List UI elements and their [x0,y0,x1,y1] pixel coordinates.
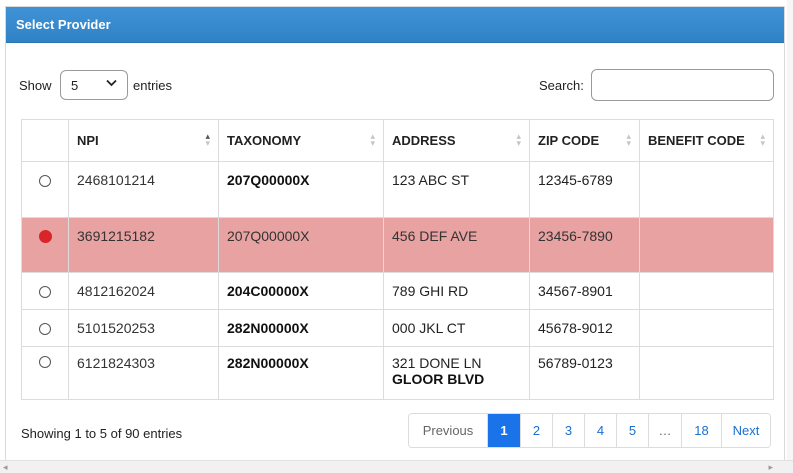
column-header-address[interactable]: ADDRESS ▴ ▾ [383,119,530,162]
benefit-cell [639,217,774,273]
row-select-cell[interactable] [21,309,69,347]
column-header-select [21,119,69,162]
zip-cell: 23456-7890 [529,217,640,273]
scroll-right-icon[interactable]: ▸ [768,462,773,473]
select-provider-panel: Select Provider Show 5 entries Search: N… [5,6,785,473]
column-header-zip-code[interactable]: ZIP CODE ▴ ▾ [529,119,640,162]
pagination-ellipsis: … [649,414,682,447]
sort-icon: ▴ ▾ [370,131,375,148]
table-row[interactable]: 2468101214 207Q00000X 123 ABC ST 12345-6… [21,161,774,218]
taxonomy-cell: 207Q00000X [218,217,384,273]
page-size-select[interactable]: 5 [60,70,128,100]
npi-cell: 5101520253 [68,309,219,347]
row-radio[interactable] [39,323,51,335]
sort-icon: ▴ ▾ [760,131,765,148]
zip-cell: 12345-6789 [529,161,640,218]
row-select-cell[interactable] [21,272,69,310]
panel-title: Select Provider [16,17,111,32]
npi-cell: 3691215182 [68,217,219,273]
table-header-row: NPI ▴ ▾ TAXONOMY ▴ ▾ ADDRESS ▴ ▾ ZIP CODE ▴… [21,119,774,162]
taxonomy-cell: 282N00000X [218,346,384,400]
row-radio[interactable] [39,356,51,368]
sort-icon: ▴ ▾ [626,131,631,148]
pagination-page-1[interactable]: 1 [488,414,521,447]
row-radio[interactable] [39,175,51,187]
scroll-left-icon[interactable]: ◂ [3,462,8,473]
table-row[interactable]: 6121824303 282N00000X 321 DONE LN GLOOR … [21,346,774,400]
address-line-1: 321 DONE LN [392,355,482,371]
zip-cell: 56789-0123 [529,346,640,400]
benefit-cell [639,346,774,400]
row-select-cell[interactable] [21,161,69,218]
taxonomy-cell: 207Q00000X [218,161,384,218]
page-size-value: 5 [71,77,79,93]
vertical-scrollbar[interactable] [787,0,793,460]
address-cell: 123 ABC ST [383,161,530,218]
row-select-cell[interactable] [21,346,69,400]
npi-cell: 4812162024 [68,272,219,310]
row-radio-selected[interactable] [38,230,52,243]
benefit-cell [639,309,774,347]
pagination-page-last[interactable]: 18 [682,414,722,447]
table-info: Showing 1 to 5 of 90 entries [21,426,183,441]
horizontal-scrollbar[interactable]: ◂ ▸ [0,460,793,473]
address-line-2: GLOOR BLVD [392,371,485,387]
address-cell: 456 DEF AVE [383,217,530,273]
pagination-page-4[interactable]: 4 [585,414,617,447]
row-select-cell[interactable] [21,217,69,273]
search-input[interactable] [591,69,774,101]
show-label: Show [19,78,52,93]
panel-header: Select Provider [6,7,784,43]
taxonomy-cell: 282N00000X [218,309,384,347]
entries-label: entries [133,78,173,93]
pagination-page-3[interactable]: 3 [553,414,585,447]
address-cell: 000 JKL CT [383,309,530,347]
taxonomy-cell: 204C00000X [218,272,384,310]
address-cell: 789 GHI RD [383,272,530,310]
pagination-next-button[interactable]: Next [722,414,770,447]
column-header-npi[interactable]: NPI ▴ ▾ [68,119,219,162]
pagination-previous-button[interactable]: Previous [409,414,488,447]
benefit-cell [639,272,774,310]
sort-icon: ▴ ▾ [516,131,521,148]
row-radio[interactable] [39,286,51,298]
column-header-benefit-code[interactable]: BENEFIT CODE ▴ ▾ [639,119,774,162]
npi-cell: 2468101214 [68,161,219,218]
pagination-page-5[interactable]: 5 [617,414,649,447]
zip-cell: 45678-9012 [529,309,640,347]
provider-table: NPI ▴ ▾ TAXONOMY ▴ ▾ ADDRESS ▴ ▾ ZIP CODE ▴… [21,119,774,400]
zip-cell: 34567-8901 [529,272,640,310]
column-header-taxonomy[interactable]: TAXONOMY ▴ ▾ [218,119,384,162]
pagination: Previous 1 2 3 4 5 … 18 Next [408,413,771,448]
table-row-selected[interactable]: 3691215182 207Q00000X 456 DEF AVE 23456-… [21,217,774,273]
npi-cell: 6121824303 [68,346,219,400]
benefit-cell [639,161,774,218]
table-row[interactable]: 5101520253 282N00000X 000 JKL CT 45678-9… [21,309,774,347]
chevron-down-icon [106,78,117,90]
table-row[interactable]: 4812162024 204C00000X 789 GHI RD 34567-8… [21,272,774,310]
table-controls: Show 5 entries Search: [6,67,784,101]
address-cell: 321 DONE LN GLOOR BLVD [383,346,530,400]
sort-icon: ▴ ▾ [205,131,210,148]
pagination-page-2[interactable]: 2 [521,414,553,447]
search-label: Search: [539,78,584,93]
